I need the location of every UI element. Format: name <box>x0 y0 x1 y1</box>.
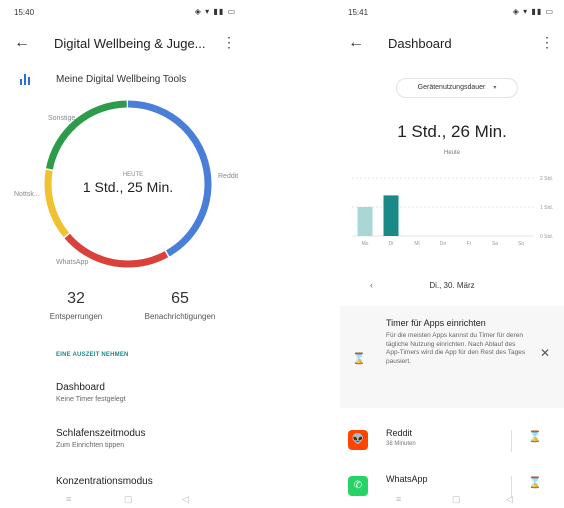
hourglass-icon: ⌛ <box>352 353 366 365</box>
status-bar: 15:41 ◈ ▾ ▮▮ ▭ <box>340 6 564 20</box>
x-tick-label: Mo <box>362 241 369 247</box>
status-time: 15:40 <box>14 8 35 17</box>
chart-gridlines <box>352 177 534 237</box>
app-bar: ← Digital Wellbeing & Juge... ⋮ <box>6 30 246 58</box>
menu-item-subtitle: Keine Timer festgelegt <box>56 396 126 403</box>
menu-item-bedtime-mode[interactable]: Schlafenszeitmodus Zum Einrichten tippen <box>56 428 146 449</box>
donut-label-reddit: Reddit <box>218 173 238 180</box>
nav-back-icon[interactable]: ◁ <box>182 494 189 505</box>
page-title: Digital Wellbeing & Juge... <box>54 36 206 51</box>
donut-label-sonstige: Sonstige <box>48 115 75 122</box>
notifications-count: 65 <box>171 290 189 307</box>
y-tick-label: 1 Std. <box>540 205 553 211</box>
donut-label-nottsk: Nottsk... <box>14 191 40 198</box>
nav-back-icon[interactable]: ◁ <box>506 494 513 505</box>
selected-date: Di., 30. März <box>429 281 475 290</box>
x-tick-label: Di <box>389 241 394 247</box>
notifications-label: Benachrichtigungen <box>144 312 216 321</box>
nav-home-icon[interactable]: ▢ <box>452 494 461 505</box>
x-tick-label: Fr <box>467 241 472 247</box>
menu-item-title: Schlafenszeitmodus <box>56 428 146 439</box>
page-title: Dashboard <box>388 36 452 51</box>
more-options-icon[interactable]: ⋮ <box>540 34 554 51</box>
back-arrow-icon[interactable]: ← <box>348 34 364 52</box>
date-selector: ‹ Di., 30. März <box>340 280 564 296</box>
x-tick-label: Do <box>440 241 447 247</box>
unlocks-count: 32 <box>67 290 85 307</box>
system-nav-bar: ≡ ▢ ◁ <box>340 492 564 508</box>
menu-item-focus-mode[interactable]: Konzentrationsmodus <box>56 476 153 487</box>
donut-center-caption: HEUTE <box>123 172 143 178</box>
wellbeing-tools-row[interactable]: Meine Digital Wellbeing Tools <box>20 72 238 90</box>
section-heading-take-break: EINE AUSZEIT NEHMEN <box>56 352 129 358</box>
bar-chart-icon <box>20 73 32 85</box>
status-bar: 15:40 ◈ ▾ ▮▮ ▭ <box>6 6 246 20</box>
chart-y-labels: 2 Std. 1 Std. 0 Std. <box>540 176 553 240</box>
screen-time-total: 1 Std., 26 Min. <box>397 122 507 141</box>
close-icon[interactable]: ✕ <box>540 346 550 360</box>
system-nav-bar: ≡ ▢ ◁ <box>6 492 246 508</box>
nav-home-icon[interactable]: ▢ <box>124 494 133 505</box>
bar-mo[interactable] <box>357 207 373 236</box>
donut-label-whatsapp: WhatsApp <box>56 259 88 266</box>
x-tick-label: Mi <box>414 241 419 247</box>
chart-x-labels: Mo Di Mi Do Fr Sa So <box>362 241 525 247</box>
usage-donut-chart[interactable]: HEUTE 1 Std., 25 Min. Reddit WhatsApp No… <box>6 96 246 276</box>
timer-card-description: Für die meisten Apps kannst du Timer für… <box>386 332 526 365</box>
timer-card-title: Timer für Apps einrichten <box>386 318 486 328</box>
app-row-reddit[interactable]: 👽 Reddit 38 Minuten ⌛ <box>340 424 564 464</box>
unlocks-label: Entsperrungen <box>49 312 103 321</box>
app-name: Reddit <box>386 428 413 438</box>
divider <box>511 430 512 452</box>
app-timer-card[interactable]: ⌛ Timer für Apps einrichten Für die meis… <box>340 306 564 408</box>
phone-right-screen: 15:41 ◈ ▾ ▮▮ ▭ ← Dashboard ⋮ Gerätenutzu… <box>340 0 564 508</box>
unlocks-stat: 32 Entsperrungen <box>36 290 116 321</box>
chart-bars <box>357 195 399 236</box>
wellbeing-tools-label: Meine Digital Wellbeing Tools <box>56 74 187 85</box>
status-icons: ◈ ▾ ▮▮ ▭ <box>512 7 554 16</box>
y-tick-label: 2 Std. <box>540 176 553 182</box>
nav-menu-icon[interactable]: ≡ <box>396 494 401 504</box>
chevron-down-icon: ▾ <box>493 85 497 91</box>
metric-dropdown[interactable]: Gerätenutzungsdauer ▾ <box>396 78 518 98</box>
screen-time-caption: Heute <box>443 150 460 156</box>
x-tick-label: Sa <box>492 241 498 247</box>
donut-center-time: 1 Std., 25 Min. <box>83 179 173 195</box>
app-name: WhatsApp <box>386 474 428 484</box>
notifications-stat: 65 Benachrichtigungen <box>130 290 230 321</box>
hourglass-icon[interactable]: ⌛ <box>528 476 542 489</box>
bar-di[interactable] <box>383 195 399 236</box>
menu-item-dashboard[interactable]: Dashboard Keine Timer festgelegt <box>56 382 126 403</box>
nav-menu-icon[interactable]: ≡ <box>66 494 71 504</box>
weekly-usage-bar-chart[interactable]: Mo Di Mi Do Fr Sa So 2 Std. 1 Std. 0 Std. <box>340 168 564 248</box>
phone-left-screen: 15:40 ◈ ▾ ▮▮ ▭ ← Digital Wellbeing & Jug… <box>6 0 246 508</box>
menu-item-title: Konzentrationsmodus <box>56 476 153 487</box>
hourglass-icon[interactable]: ⌛ <box>528 430 542 443</box>
back-arrow-icon[interactable]: ← <box>14 34 30 52</box>
app-bar: ← Dashboard ⋮ <box>340 30 564 58</box>
reddit-app-icon: 👽 <box>348 430 368 450</box>
x-tick-label: So <box>518 241 524 247</box>
more-options-icon[interactable]: ⋮ <box>222 34 236 51</box>
menu-item-title: Dashboard <box>56 382 105 393</box>
status-time: 15:41 <box>348 8 369 17</box>
y-tick-label: 0 Std. <box>540 234 553 240</box>
status-icons: ◈ ▾ ▮▮ ▭ <box>194 7 236 16</box>
menu-item-subtitle: Zum Einrichten tippen <box>56 442 125 449</box>
app-usage-time: 38 Minuten <box>386 441 416 447</box>
dropdown-label: Gerätenutzungsdauer <box>417 84 486 91</box>
